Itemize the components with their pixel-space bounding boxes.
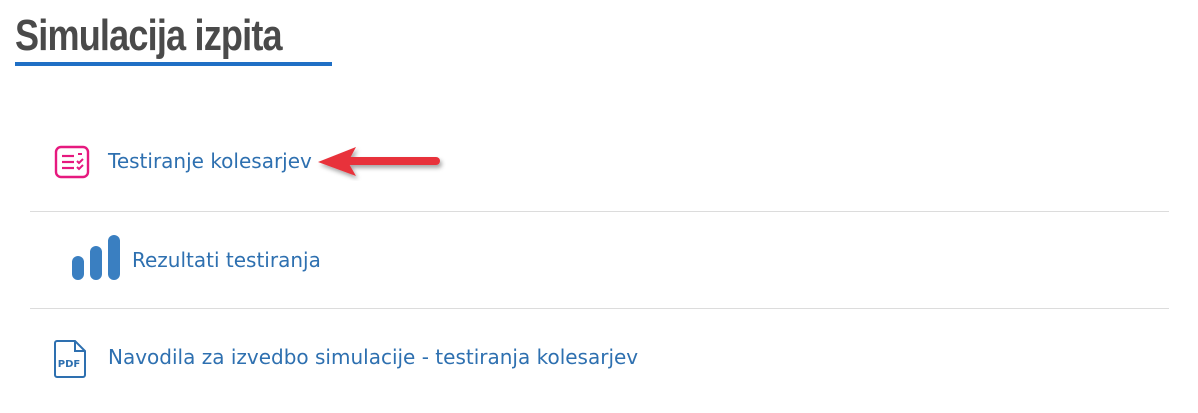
list-item-instructions: PDF Navodila za izvedbo simulacije - tes… <box>30 309 1169 405</box>
results-link[interactable]: Rezultati testiranja <box>132 248 321 272</box>
activity-list: Testiranje kolesarjev Rezultati testiran… <box>30 115 1169 405</box>
list-item-results: Rezultati testiranja <box>30 212 1169 309</box>
bar-chart-icon[interactable] <box>70 234 122 288</box>
pdf-file-icon[interactable]: PDF <box>52 339 88 383</box>
list-item-quiz: Testiranje kolesarjev <box>30 115 1169 212</box>
quiz-icon[interactable] <box>54 145 90 183</box>
title-underline <box>15 62 332 66</box>
quiz-link[interactable]: Testiranje kolesarjev <box>108 149 312 173</box>
annotation-arrow <box>316 145 446 185</box>
page-title: Simulacija izpita <box>15 11 283 60</box>
pdf-icon-label: PDF <box>58 359 80 370</box>
instructions-link[interactable]: Navodila za izvedbo simulacije - testira… <box>108 345 638 369</box>
